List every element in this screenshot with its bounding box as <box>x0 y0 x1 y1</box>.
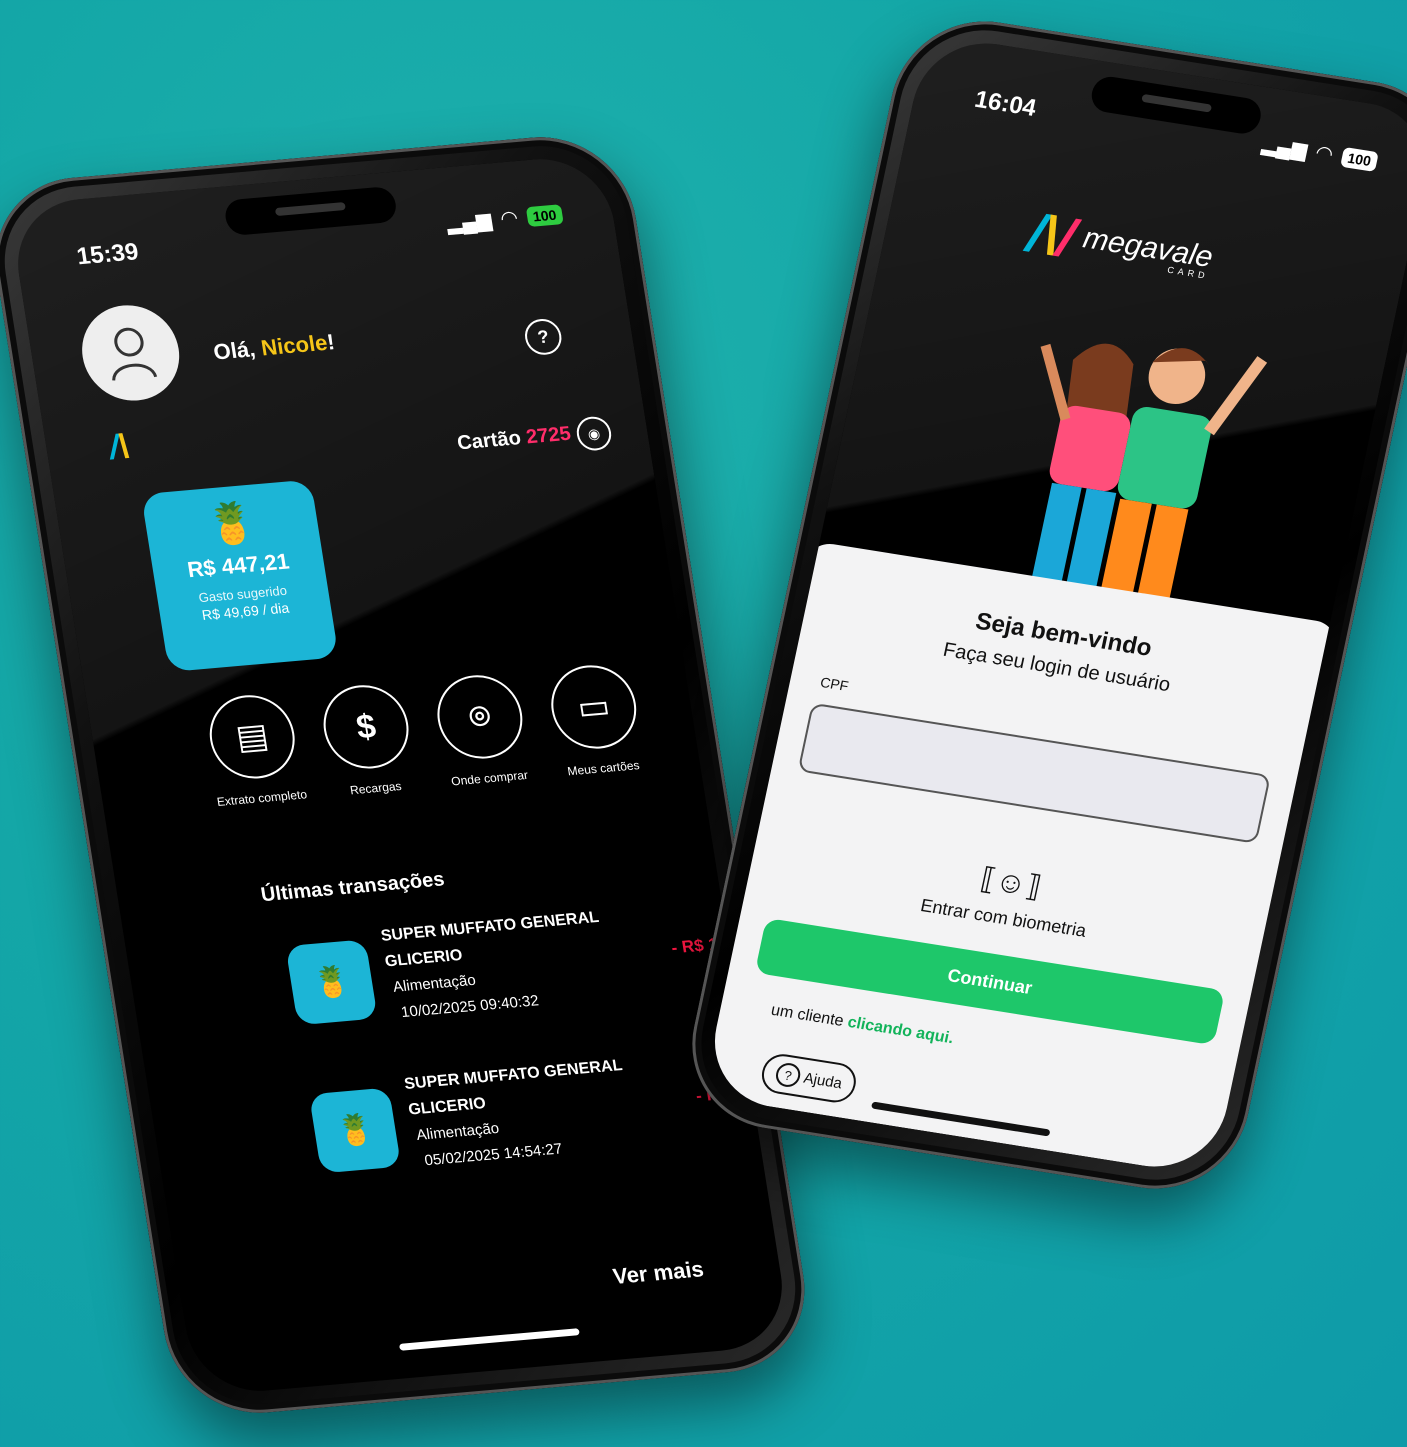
signup-prefix: um cliente <box>769 1001 850 1031</box>
receipt-icon: ▤ <box>203 691 301 783</box>
signal-icon: ▂▄▆ <box>1260 133 1310 162</box>
megavale-logo: /\ <box>106 427 132 467</box>
quick-actions: ▤ Extrato completo $ Recargas ⌾ Onde com… <box>200 661 651 811</box>
greeting: Olá, Nicole! <box>212 329 337 365</box>
avatar[interactable] <box>75 301 187 405</box>
credit-card-icon: ▭ <box>545 661 643 753</box>
groceries-icon: 🍍 <box>285 939 378 1026</box>
battery-icon: 100 <box>1339 146 1379 172</box>
phone-left: 15:39 ▂▄▆ ◠ 100 Olá, Nicole! ? /\ Cartão… <box>0 129 818 1421</box>
home-indicator[interactable] <box>398 1328 580 1351</box>
phone-right: 16:04 ▂▄▆ ◠ 100 /\/ megavale CARD Seja b… <box>675 8 1407 1202</box>
user-name: Nicole <box>259 329 330 361</box>
transaction-category: Alimentação <box>391 971 477 996</box>
card-label: Cartão 2725 <box>456 423 573 456</box>
status-time: 15:39 <box>74 238 141 271</box>
transaction-date: 05/02/2025 14:54:27 <box>423 1140 564 1170</box>
home-screen: 15:39 ▂▄▆ ◠ 100 Olá, Nicole! ? /\ Cartão… <box>8 153 792 1397</box>
signup-text: um cliente clicando aqui. <box>769 1002 955 1048</box>
action-recargas[interactable]: $ Recargas <box>314 681 424 801</box>
transaction-merchant: SUPER MUFFATO GENERAL GLICERIO <box>379 908 600 971</box>
help-icon: ? <box>773 1061 803 1089</box>
see-more-link[interactable]: Ver mais <box>611 1256 705 1290</box>
user-icon <box>112 327 158 381</box>
action-onde-comprar[interactable]: ⌾ Onde comprar <box>427 671 537 791</box>
action-label: Recargas <box>349 778 403 798</box>
balance-card[interactable]: 🍍 R$ 447,21 Gasto sugerido R$ 49,69 / di… <box>140 479 339 673</box>
login-screen: 16:04 ▂▄▆ ◠ 100 /\/ megavale CARD Seja b… <box>701 33 1407 1177</box>
card-number: 2725 <box>524 422 573 449</box>
card-label-text: Cartão <box>455 426 528 455</box>
greeting-prefix: Olá, <box>211 335 264 365</box>
groceries-icon: 🍍 <box>308 1087 402 1174</box>
action-label: Extrato completo <box>215 787 308 809</box>
transactions-title: Últimas transações <box>259 868 446 907</box>
cpf-label: CPF <box>818 673 850 694</box>
help-icon[interactable]: ? <box>522 317 565 357</box>
megavale-logo: /\/ megavale CARD <box>1022 203 1216 281</box>
help-label: Ajuda <box>802 1069 844 1092</box>
signal-icon: ▂▄▆ <box>444 209 494 236</box>
location-pin-icon: ⌾ <box>431 671 529 763</box>
wifi-icon: ◠ <box>1314 141 1335 166</box>
status-time: 16:04 <box>972 85 1039 122</box>
wifi-icon: ◠ <box>499 207 519 231</box>
action-label: Meus cartões <box>566 758 641 779</box>
help-button[interactable]: ? Ajuda <box>758 1051 860 1106</box>
cpf-input[interactable] <box>797 702 1271 844</box>
groceries-icon: 🍍 <box>203 500 261 549</box>
transaction-category: Alimentação <box>415 1119 501 1144</box>
action-extrato[interactable]: ▤ Extrato completo <box>200 691 310 811</box>
action-label: Onde comprar <box>450 767 529 789</box>
eye-icon[interactable]: ◉ <box>574 415 614 452</box>
signup-link[interactable]: clicando aqui. <box>846 1014 955 1047</box>
dollar-icon: $ <box>317 681 415 773</box>
battery-icon: 100 <box>525 203 564 227</box>
home-indicator[interactable] <box>871 1101 1051 1137</box>
transaction-merchant: SUPER MUFFATO GENERAL GLICERIO <box>403 1057 624 1119</box>
login-card: Seja bem-vindo Faça seu login de usuário… <box>701 540 1340 1177</box>
action-meus-cartoes[interactable]: ▭ Meus cartões <box>541 661 651 781</box>
transaction-date: 10/02/2025 09:40:32 <box>399 992 540 1022</box>
